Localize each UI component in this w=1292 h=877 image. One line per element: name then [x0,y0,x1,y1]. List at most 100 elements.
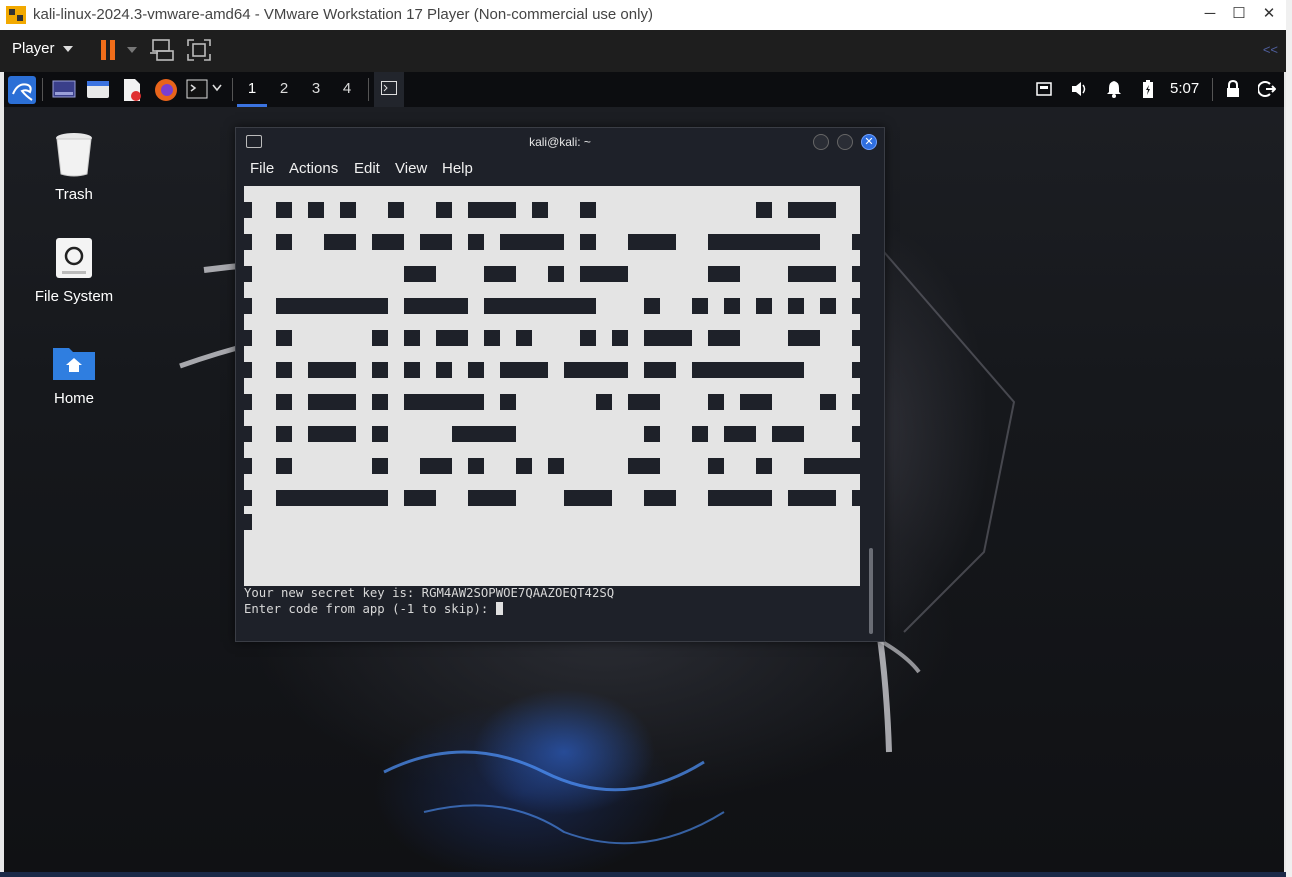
terminal-title: kali@kali: ~ [529,135,591,149]
logout-icon[interactable] [1258,80,1276,98]
qr-edge-module [244,298,252,314]
kali-menu-icon[interactable] [8,76,36,104]
fullscreen-icon[interactable] [186,38,212,62]
text-editor-icon[interactable] [120,78,144,102]
chevron-down-icon[interactable] [212,84,222,92]
panel-separator [42,78,43,101]
qr-module [468,202,516,218]
terminal-window[interactable]: kali@kali: ~ ✕ File Actions Edit View He… [235,127,885,642]
text-cursor [495,602,503,615]
desktop-icon-trash[interactable]: Trash [24,132,124,203]
qr-module [788,298,804,314]
qr-module [580,266,628,282]
qr-module [436,330,468,346]
home-folder-icon [53,348,95,380]
qr-module [308,394,356,410]
vmware-toolbar: Player << [0,30,1286,72]
desktop-icon-file-system[interactable]: File System [24,236,124,305]
menu-file[interactable]: File [250,160,274,177]
menu-help[interactable]: Help [442,160,473,177]
clock[interactable]: 5:07 [1170,80,1199,97]
qr-module [852,490,860,506]
qr-module [372,234,404,250]
panel-separator [368,78,369,101]
maximize-button[interactable]: ☐ [1226,4,1252,24]
player-menu-button[interactable]: Player [12,40,73,57]
desktop-icon-home[interactable]: Home [24,342,124,407]
collapse-toolbar-icon[interactable]: << [1263,42,1278,57]
qr-module [580,202,596,218]
workspace-4[interactable]: 4 [332,72,362,107]
qr-module [484,266,516,282]
pause-icon-bar [110,40,115,60]
top-panel: 1 2 3 4 5:07 [4,72,1284,107]
qr-module [276,458,292,474]
qr-module [500,362,548,378]
terminal-minimize-button[interactable] [813,134,829,150]
code-prompt-line[interactable]: Enter code from app (-1 to skip): [244,602,503,616]
window-title: kali-linux-2024.3-vmware-amd64 - VMware … [33,6,653,23]
minimize-button[interactable]: ─ [1197,4,1223,24]
qr-module [708,234,820,250]
qr-code [244,186,860,586]
qr-edge-module [244,426,252,442]
file-manager-icon[interactable] [86,78,110,100]
terminal-title-bar[interactable]: kali@kali: ~ ✕ [236,128,884,156]
qr-module [500,394,516,410]
terminal-close-button[interactable]: ✕ [861,134,877,150]
qr-module [852,394,860,410]
qr-module [708,490,772,506]
close-button[interactable]: ✕ [1256,4,1282,24]
show-desktop-icon[interactable] [52,78,76,100]
qr-module [564,362,628,378]
qr-module [308,426,356,442]
qr-module [436,362,452,378]
terminal-scrollbar[interactable] [869,548,873,634]
lock-screen-icon[interactable] [1226,80,1240,98]
volume-icon[interactable] [1070,80,1090,98]
terminal-output[interactable]: Your new secret key is: RGM4AW2SOPWOE7QA… [244,186,864,636]
send-ctrl-alt-del-icon[interactable] [150,38,176,62]
qr-edge-module [244,234,252,250]
qr-module [404,362,420,378]
qr-module [276,202,292,218]
qr-module [372,394,388,410]
workspace-2[interactable]: 2 [269,72,299,107]
firefox-icon[interactable] [154,78,178,102]
qr-module [852,426,860,442]
menu-edit[interactable]: Edit [354,160,380,177]
qr-module [372,330,388,346]
workspace-1[interactable]: 1 [237,72,267,107]
menu-actions[interactable]: Actions [289,160,338,177]
notifications-bell-icon[interactable] [1106,80,1122,98]
qr-module [404,298,468,314]
menu-view[interactable]: View [395,160,427,177]
panel-separator [232,78,233,101]
qr-module [420,458,452,474]
qr-module [500,234,564,250]
qr-module [724,298,740,314]
network-icon[interactable] [1036,82,1052,96]
terminal-maximize-button[interactable] [837,134,853,150]
terminal-launcher-icon[interactable] [186,78,208,100]
vmware-logo-icon [6,6,26,24]
secret-key-line: Your new secret key is: RGM4AW2SOPWOE7QA… [244,586,615,600]
qr-module [532,202,548,218]
qr-module [564,490,612,506]
qr-module [276,330,292,346]
pause-dropdown-icon[interactable] [127,47,137,53]
qr-module [708,458,724,474]
workspace-3[interactable]: 3 [301,72,331,107]
qr-module [404,394,484,410]
guest-desktop[interactable]: 1 2 3 4 5:07 Trash File System Home kali… [4,72,1284,872]
qr-module [852,234,860,250]
qr-code-graphic [244,202,860,530]
qr-module [852,266,860,282]
qr-module [692,298,708,314]
qr-module [372,426,388,442]
battery-icon[interactable] [1142,79,1154,99]
qr-edge-module [244,458,252,474]
taskbar-terminal-window[interactable] [374,72,404,107]
qr-module [468,490,516,506]
qr-module [756,298,772,314]
